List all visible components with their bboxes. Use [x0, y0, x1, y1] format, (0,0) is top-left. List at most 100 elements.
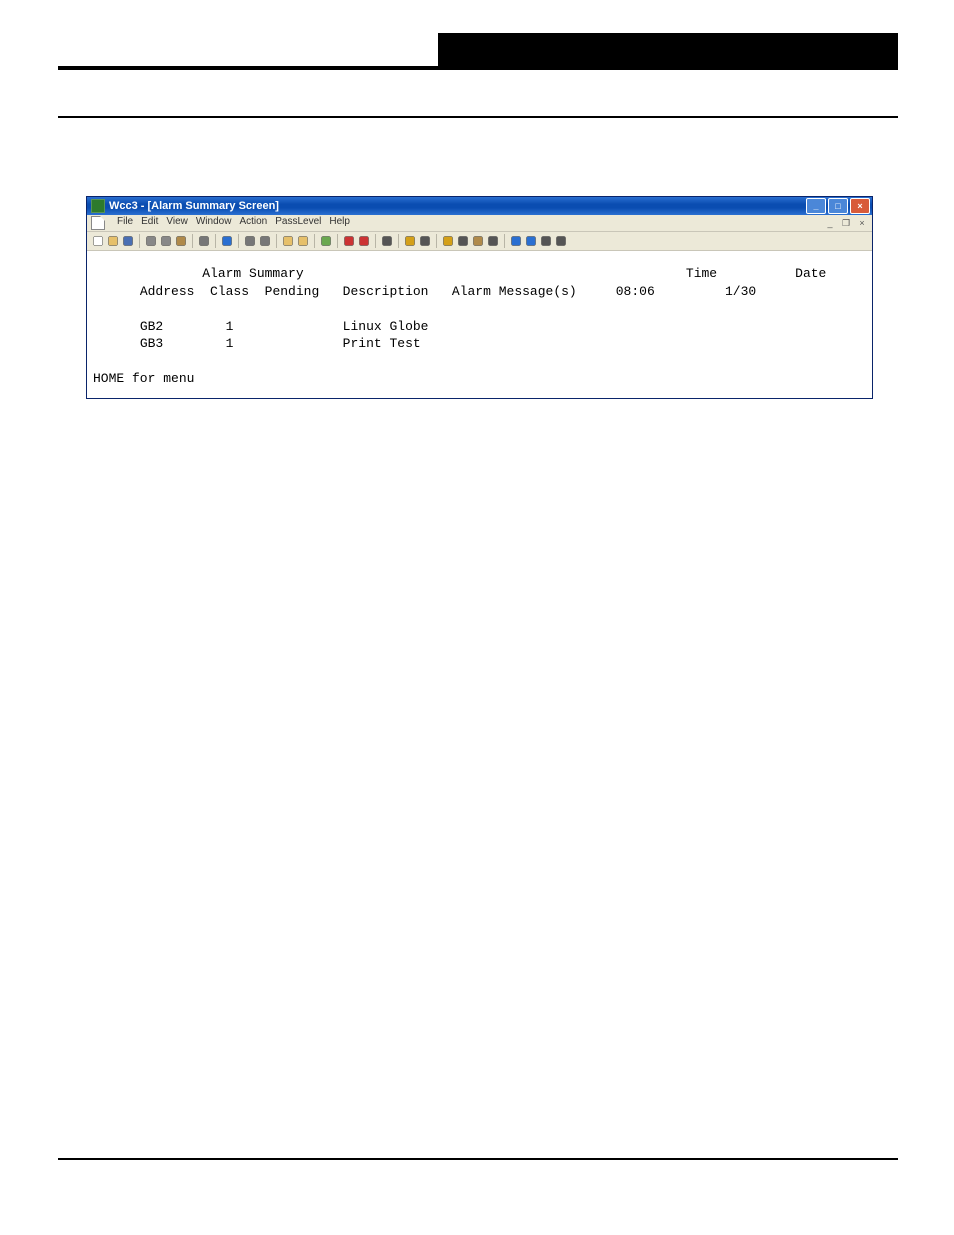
col-spacer [319, 284, 342, 299]
col-spacer [655, 284, 725, 299]
window-controls: _ □ × [806, 198, 870, 214]
cell-description: Linux Globe [343, 319, 429, 334]
cell-description: Print Test [343, 336, 421, 351]
col-spacer [429, 284, 452, 299]
print-preview-b-icon[interactable] [258, 234, 272, 248]
header-line: Alarm Summary Time Date [93, 265, 866, 283]
col-class: Class [210, 284, 249, 299]
menu-window[interactable]: Window [196, 216, 232, 230]
cut-icon[interactable] [144, 234, 158, 248]
save-icon[interactable] [121, 234, 135, 248]
toolbar-separator [192, 234, 193, 248]
header-black-bar [438, 33, 898, 69]
menu-edit[interactable]: Edit [141, 216, 158, 230]
time-value: 08:06 [616, 284, 655, 299]
col-address: Address [140, 284, 195, 299]
menu-passlevel[interactable]: PassLevel [275, 216, 321, 230]
mdi-close-button[interactable]: × [856, 218, 868, 228]
col-messages: Alarm Message(s) [452, 284, 577, 299]
rule-under-heading [58, 116, 898, 118]
app-window: Wcc3 - [Alarm Summary Screen] _ □ × File… [86, 196, 873, 399]
tool-a-icon[interactable] [509, 234, 523, 248]
col-spacer [233, 336, 342, 351]
time-label: Time [686, 266, 717, 281]
window-title: Wcc3 - [Alarm Summary Screen] [109, 200, 279, 212]
col-spacer [249, 284, 265, 299]
close-button[interactable]: × [850, 198, 870, 214]
menu-view[interactable]: View [166, 216, 188, 230]
mdi-restore-button[interactable]: ❐ [840, 218, 852, 228]
toolbar-separator [436, 234, 437, 248]
toolbar-separator [337, 234, 338, 248]
minimize-button[interactable]: _ [806, 198, 826, 214]
paste-icon[interactable] [174, 234, 188, 248]
col-spacer [194, 284, 210, 299]
titlebar: Wcc3 - [Alarm Summary Screen] _ □ × [87, 197, 872, 215]
col-spacer [93, 336, 140, 351]
columns-line: Address Class Pending Description Alarm … [93, 283, 866, 301]
menubar: File Edit View Window Action PassLevel H… [87, 215, 872, 232]
col-spacer [93, 266, 202, 281]
footer-text: HOME for menu [93, 371, 194, 386]
wand-icon[interactable] [418, 234, 432, 248]
toolbar-separator [276, 234, 277, 248]
print-preview-a-icon[interactable] [243, 234, 257, 248]
bookmark-icon[interactable] [319, 234, 333, 248]
table-row: GB3 1 Print Test [93, 335, 866, 353]
print-icon[interactable] [197, 234, 211, 248]
rule-top-thick [58, 66, 898, 70]
col-spacer [233, 319, 342, 334]
toolbar-separator [398, 234, 399, 248]
toolbar-separator [314, 234, 315, 248]
content-area: Alarm Summary Time Date Address Class Pe… [87, 251, 872, 398]
col-spacer [163, 319, 225, 334]
tool-b-icon[interactable] [524, 234, 538, 248]
col-spacer [93, 284, 140, 299]
app-icon [91, 199, 105, 213]
blank-line [93, 353, 866, 371]
toolbar-separator [238, 234, 239, 248]
mdi-doc-icon [91, 216, 105, 230]
cell-address: GB2 [140, 319, 163, 334]
col-spacer [717, 266, 795, 281]
footer-line: HOME for menu [93, 370, 866, 388]
col-spacer [163, 336, 225, 351]
toolbar-separator [215, 234, 216, 248]
toolbar-separator [504, 234, 505, 248]
col-spacer [577, 284, 616, 299]
col-spacer [93, 319, 140, 334]
open-icon[interactable] [106, 234, 120, 248]
maximize-button[interactable]: □ [828, 198, 848, 214]
col-pending: Pending [265, 284, 320, 299]
badge-star-icon[interactable] [441, 234, 455, 248]
date-label: Date [795, 266, 826, 281]
tool-c-icon[interactable] [539, 234, 553, 248]
window-icon[interactable] [486, 234, 500, 248]
toolbar [87, 232, 872, 251]
folder-b-icon[interactable] [296, 234, 310, 248]
toolbar-separator [375, 234, 376, 248]
col-description: Description [343, 284, 429, 299]
date-value: 1/30 [725, 284, 756, 299]
link-icon[interactable] [456, 234, 470, 248]
tool-d-icon[interactable] [554, 234, 568, 248]
bell-b-icon[interactable] [357, 234, 371, 248]
star-icon[interactable] [403, 234, 417, 248]
bell-a-icon[interactable] [342, 234, 356, 248]
menu-file[interactable]: File [117, 216, 133, 230]
filter-icon[interactable] [380, 234, 394, 248]
header-center: Alarm Summary [202, 266, 303, 281]
lock-icon[interactable] [471, 234, 485, 248]
help-icon[interactable] [220, 234, 234, 248]
toolbar-separator [139, 234, 140, 248]
col-spacer [304, 266, 686, 281]
rule-bottom [58, 1158, 898, 1160]
menu-action[interactable]: Action [239, 216, 267, 230]
cell-address: GB3 [140, 336, 163, 351]
copy-icon[interactable] [159, 234, 173, 248]
mdi-minimize-button[interactable]: _ [824, 218, 836, 228]
menu-help[interactable]: Help [329, 216, 350, 230]
blank-line [93, 300, 866, 318]
folder-a-icon[interactable] [281, 234, 295, 248]
new-icon[interactable] [91, 234, 105, 248]
